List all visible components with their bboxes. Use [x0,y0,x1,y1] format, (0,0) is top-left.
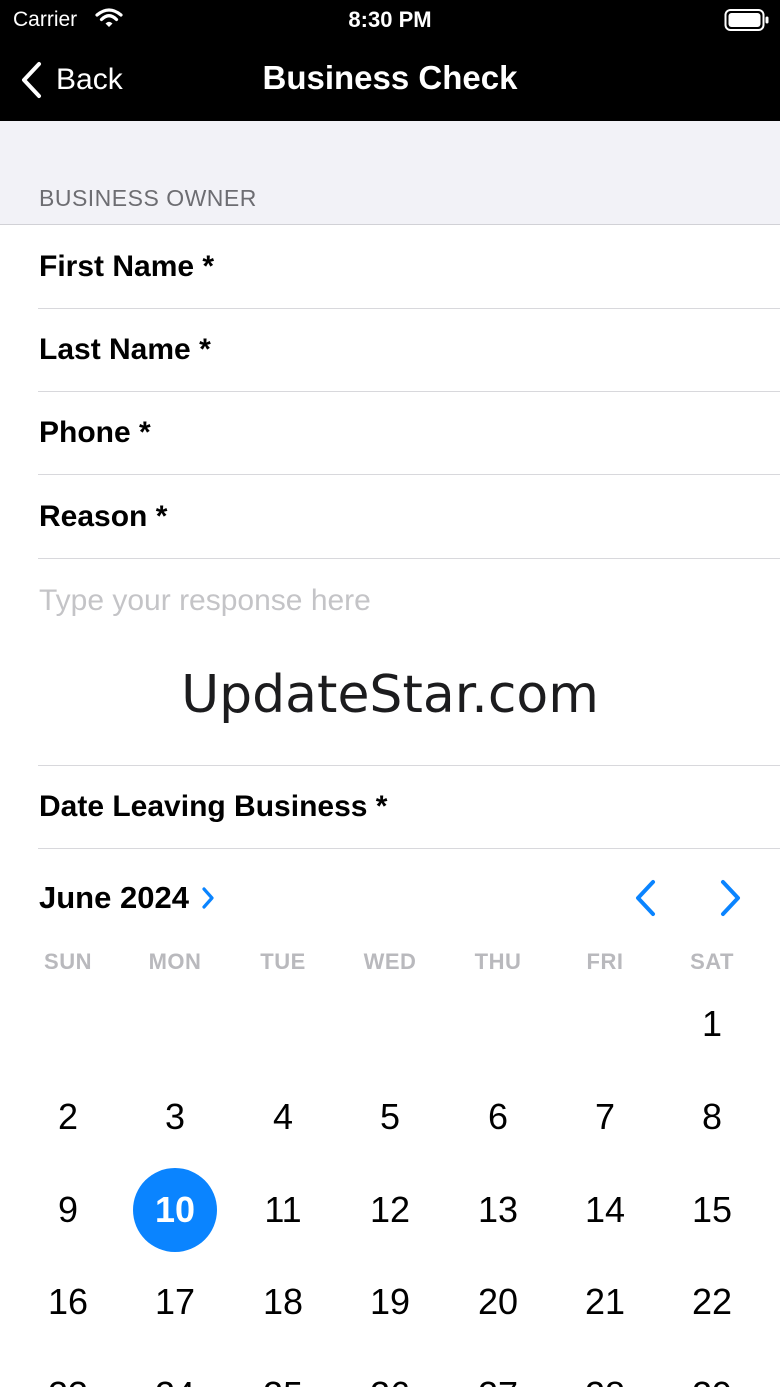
calendar-day[interactable]: 3 [133,1075,217,1159]
battery-icon [724,8,770,37]
reason-label: Reason * [39,500,168,533]
date-leaving-label: Date Leaving Business * [39,790,388,823]
month-year-picker-button[interactable]: June 2024 [39,878,215,918]
previous-month-button[interactable] [626,876,666,920]
calendar-day[interactable]: 18 [241,1260,325,1344]
calendar-day[interactable]: 1 [670,982,754,1066]
weekday-label: FRI [586,949,624,974]
calendar-day[interactable]: 24 [133,1353,217,1387]
calendar-day[interactable]: 7 [563,1075,647,1159]
calendar-day[interactable]: 6 [456,1075,540,1159]
last-name-field[interactable]: Last Name * [38,309,780,392]
navigation-bar: Back Business Check [0,40,780,121]
calendar-day[interactable]: 28 [563,1353,647,1387]
date-leaving-field: Date Leaving Business * [38,766,780,849]
weekday-label: SAT [690,949,734,974]
first-name-label: First Name * [39,250,215,283]
calendar-day[interactable]: 21 [563,1260,647,1344]
calendar-day[interactable]: 11 [241,1168,325,1252]
calendar-day[interactable]: 2 [26,1075,110,1159]
last-name-label: Last Name * [39,333,211,366]
section-header: BUSINESS OWNER [0,121,780,225]
calendar-day[interactable]: 23 [26,1353,110,1387]
weekday-label: TUE [260,949,306,974]
phone-label: Phone * [39,416,151,449]
calendar-day[interactable]: 26 [348,1353,432,1387]
calendar-day[interactable]: 13 [456,1168,540,1252]
chevron-left-icon [636,880,655,916]
weekday-label: WED [363,949,417,974]
page-title: Business Check [262,59,518,96]
reason-placeholder: Type your response here [39,584,371,617]
calendar-day[interactable]: 27 [456,1353,540,1387]
month-year-label: June 2024 [39,880,189,915]
status-time: 8:30 PM [348,7,432,32]
weekday-label: SUN [44,949,92,974]
calendar-day-selected[interactable]: 10 [133,1168,217,1252]
weekday-label: THU [474,949,522,974]
calendar-day[interactable]: 29 [670,1353,754,1387]
status-bar: Carrier 8:30 PM [0,0,780,40]
calendar-day[interactable]: 8 [670,1075,754,1159]
calendar-day[interactable]: 20 [456,1260,540,1344]
next-month-button[interactable] [710,876,750,920]
calendar-day[interactable]: 25 [241,1353,325,1387]
calendar-day[interactable]: 19 [348,1260,432,1344]
calendar-day[interactable]: 22 [670,1260,754,1344]
section-header-label: BUSINESS OWNER [39,185,257,211]
calendar-day[interactable]: 14 [563,1168,647,1252]
weekday-label: MON [148,949,202,974]
calendar-day[interactable]: 15 [670,1168,754,1252]
calendar-day[interactable]: 12 [348,1168,432,1252]
chevron-right-icon [202,887,214,909]
calendar-day[interactable]: 9 [26,1168,110,1252]
phone-field[interactable]: Phone * [38,392,780,475]
calendar-day[interactable]: 17 [133,1260,217,1344]
watermark-text: UpdateStar.com [181,665,599,725]
chevron-right-icon [721,880,740,916]
calendar-day[interactable]: 4 [241,1075,325,1159]
reason-text-area[interactable]: Type your response here [38,560,780,766]
calendar-day[interactable]: 16 [26,1260,110,1344]
reason-field: Reason * [38,476,780,559]
calendar-day[interactable]: 5 [348,1075,432,1159]
first-name-field[interactable]: First Name * [38,226,780,309]
